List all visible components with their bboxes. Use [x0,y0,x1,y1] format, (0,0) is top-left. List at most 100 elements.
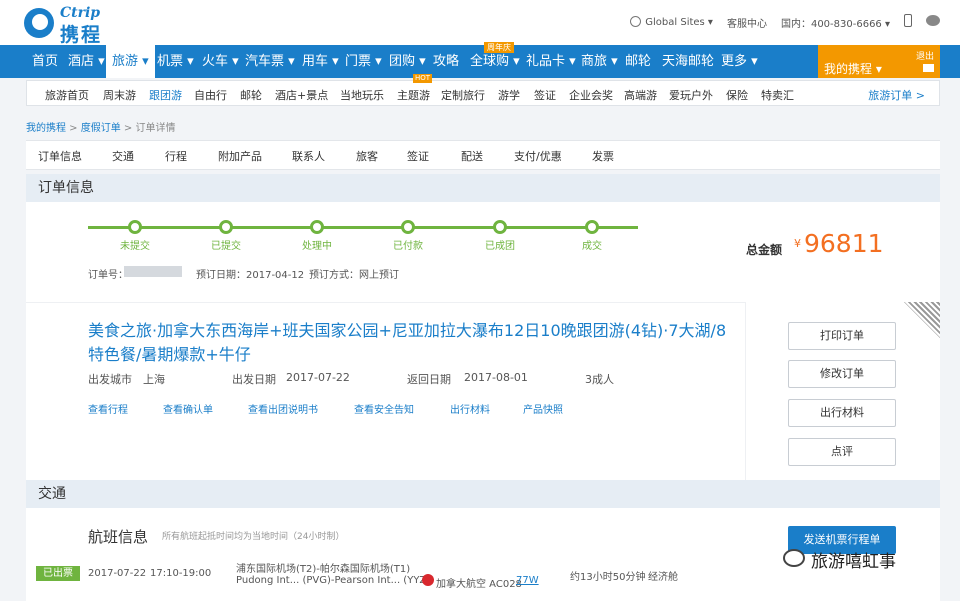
watermark-text: 旅游嘻虹事 [811,552,896,572]
subnav-outdoor[interactable]: 爱玩户外 [669,87,713,103]
nav-cruise[interactable]: 邮轮 [625,45,651,78]
nav-skysea-cruise[interactable]: 天海邮轮 [662,45,714,78]
subnav-theme[interactable]: 主题游 [397,87,430,103]
breadcrumb-separator: > [66,123,81,134]
breadcrumb-vacation-orders[interactable]: 度假订单 [81,123,121,134]
tab-delivery[interactable]: 配送 [461,148,483,164]
subnav-hotel-attraction[interactable]: 酒店+景点 [275,87,328,103]
currency-symbol: ¥ [794,237,801,250]
cabin-class: 经济舱 [648,572,678,583]
subnav-mice[interactable]: 企业会奖 [569,87,613,103]
print-order-button[interactable]: 打印订单 [788,322,896,350]
tab-invoice[interactable]: 发票 [592,148,614,164]
view-itinerary-link[interactable]: 查看行程 [88,401,128,416]
flight-time: 17:10-19:00 [150,568,212,579]
nav-tickets[interactable]: 门票 ▾ [345,45,382,78]
nav-travel[interactable]: 旅游 ▾ [106,45,155,78]
subnav-local-fun[interactable]: 当地玩乐 [340,87,384,103]
order-info-panel [26,202,940,302]
step-dot [310,220,324,234]
tab-addons[interactable]: 附加产品 [218,148,262,164]
tab-travelers[interactable]: 旅客 [356,148,378,164]
nav-hotel[interactable]: 酒店 ▾ [68,45,105,78]
subnav-weekend[interactable]: 周末游 [103,87,136,103]
my-trip-menu[interactable]: 退出 我的携程 ▾ [818,45,940,78]
travel-materials-link[interactable]: 出行材料 [450,401,490,416]
logo-text-cn: 携程 [60,24,103,46]
subnav-study[interactable]: 游学 [498,87,520,103]
nav-more[interactable]: 更多 ▾ [721,45,758,78]
subnav-insurance[interactable]: 保险 [726,87,748,103]
ctrip-logo[interactable]: Ctrip 携程 [24,4,124,46]
departure-city: 上海 [143,373,165,386]
nav-home[interactable]: 首页 [32,45,58,78]
return-date: 2017-08-01 [464,371,528,384]
tab-visa[interactable]: 签证 [407,148,429,164]
breadcrumb-current: > 订单详情 [120,123,176,134]
aircraft-type-link[interactable]: 77W [516,575,539,586]
view-safety-notice-link[interactable]: 查看安全告知 [354,401,414,416]
nav-bus[interactable]: 汽车票 ▾ [245,45,295,78]
flight-info-title: 航班信息 [88,528,149,546]
booking-date: 预订日期：2017-04-12 [196,270,305,281]
nav-gift-card[interactable]: 礼品卡 ▾ [526,45,576,78]
step-label: 成交 [582,241,602,252]
hotline-link[interactable]: 国内：400-830-6666 ▾ [781,15,890,30]
air-canada-icon [422,574,434,586]
message-icon[interactable] [923,64,934,72]
total-amount-value: 96811 [804,229,884,258]
subnav-travel-home[interactable]: 旅游首页 [45,87,89,103]
order-number-label: 订单号： [88,270,128,281]
product-snapshot-link[interactable]: 产品快照 [523,401,563,416]
subnav-luxury[interactable]: 高端游 [624,87,657,103]
nav-guide[interactable]: 攻略 [433,45,459,78]
tab-order-info[interactable]: 订单信息 [38,148,82,164]
subnav-independent[interactable]: 自由行 [194,87,227,103]
hot-tag: HOT [413,74,433,83]
breadcrumb: 我的携程 > 度假订单 > 订单详情 [26,119,176,134]
nav-car[interactable]: 用车 ▾ [302,45,339,78]
tab-contacts[interactable]: 联系人 [292,148,325,164]
mobile-icon[interactable] [904,14,912,30]
nav-flight[interactable]: 机票 ▾ [157,45,194,78]
view-confirmation-link[interactable]: 查看确认单 [163,401,213,416]
subnav-sale[interactable]: 特卖汇 [761,87,794,103]
traveler-count: 3成人 [585,373,614,386]
booking-method: 预订方式：网上预订 [309,270,399,281]
product-title[interactable]: 美食之旅·加拿大东西海岸+班夫国家公园+尼亚加拉大瀑布12日10晚跟团游(4钻)… [88,319,738,367]
flight-date: 2017-07-22 [88,568,147,579]
order-number-masked [124,266,182,277]
wechat-icon[interactable] [926,15,940,29]
travel-materials-button[interactable]: 出行材料 [788,399,896,427]
top-bar: Ctrip 携程 Global Sites ▾ 客服中心 国内：400-830-… [0,0,960,46]
subnav-group-tour[interactable]: 跟团游 [149,87,182,103]
nav-train[interactable]: 火车 ▾ [202,45,239,78]
return-date-label: 返回日期 [407,373,451,386]
tab-traffic[interactable]: 交通 [112,148,134,164]
step-dot [493,220,507,234]
logout-link[interactable]: 退出 [916,49,934,62]
tab-itinerary[interactable]: 行程 [165,148,187,164]
travel-orders-link[interactable]: 旅游订单 > [868,87,925,103]
top-right-links: Global Sites ▾ 客服中心 国内：400-830-6666 ▾ [616,14,940,30]
sub-nav: 旅游首页 周末游 跟团游 自由行 邮轮 酒店+景点 当地玩乐 主题游 HOT 定… [26,74,940,106]
order-info-header: 订单信息 [26,174,940,202]
subnav-custom[interactable]: 定制旅行 [441,87,485,103]
breadcrumb-my-ctrip[interactable]: 我的携程 [26,123,66,134]
service-center-link[interactable]: 客服中心 [727,15,767,30]
view-tour-notes-link[interactable]: 查看出团说明书 [248,401,318,416]
nav-business[interactable]: 商旅 ▾ [581,45,618,78]
step-label: 已成团 [485,241,515,252]
my-trip-label: 我的携程 ▾ [824,62,882,76]
wechat-watermark-icon [783,549,805,567]
dolphin-logo-icon [24,8,54,38]
watermark: 旅游嘻虹事 [783,547,943,572]
review-button[interactable]: 点评 [788,438,896,466]
subnav-visa[interactable]: 签证 [534,87,556,103]
step-dot [219,220,233,234]
tab-payment[interactable]: 支付/优惠 [514,148,562,164]
departure-date-label: 出发日期 [232,373,276,386]
modify-order-button[interactable]: 修改订单 [788,360,896,388]
global-sites-link[interactable]: Global Sites ▾ [630,16,713,28]
subnav-cruise[interactable]: 邮轮 [240,87,262,103]
